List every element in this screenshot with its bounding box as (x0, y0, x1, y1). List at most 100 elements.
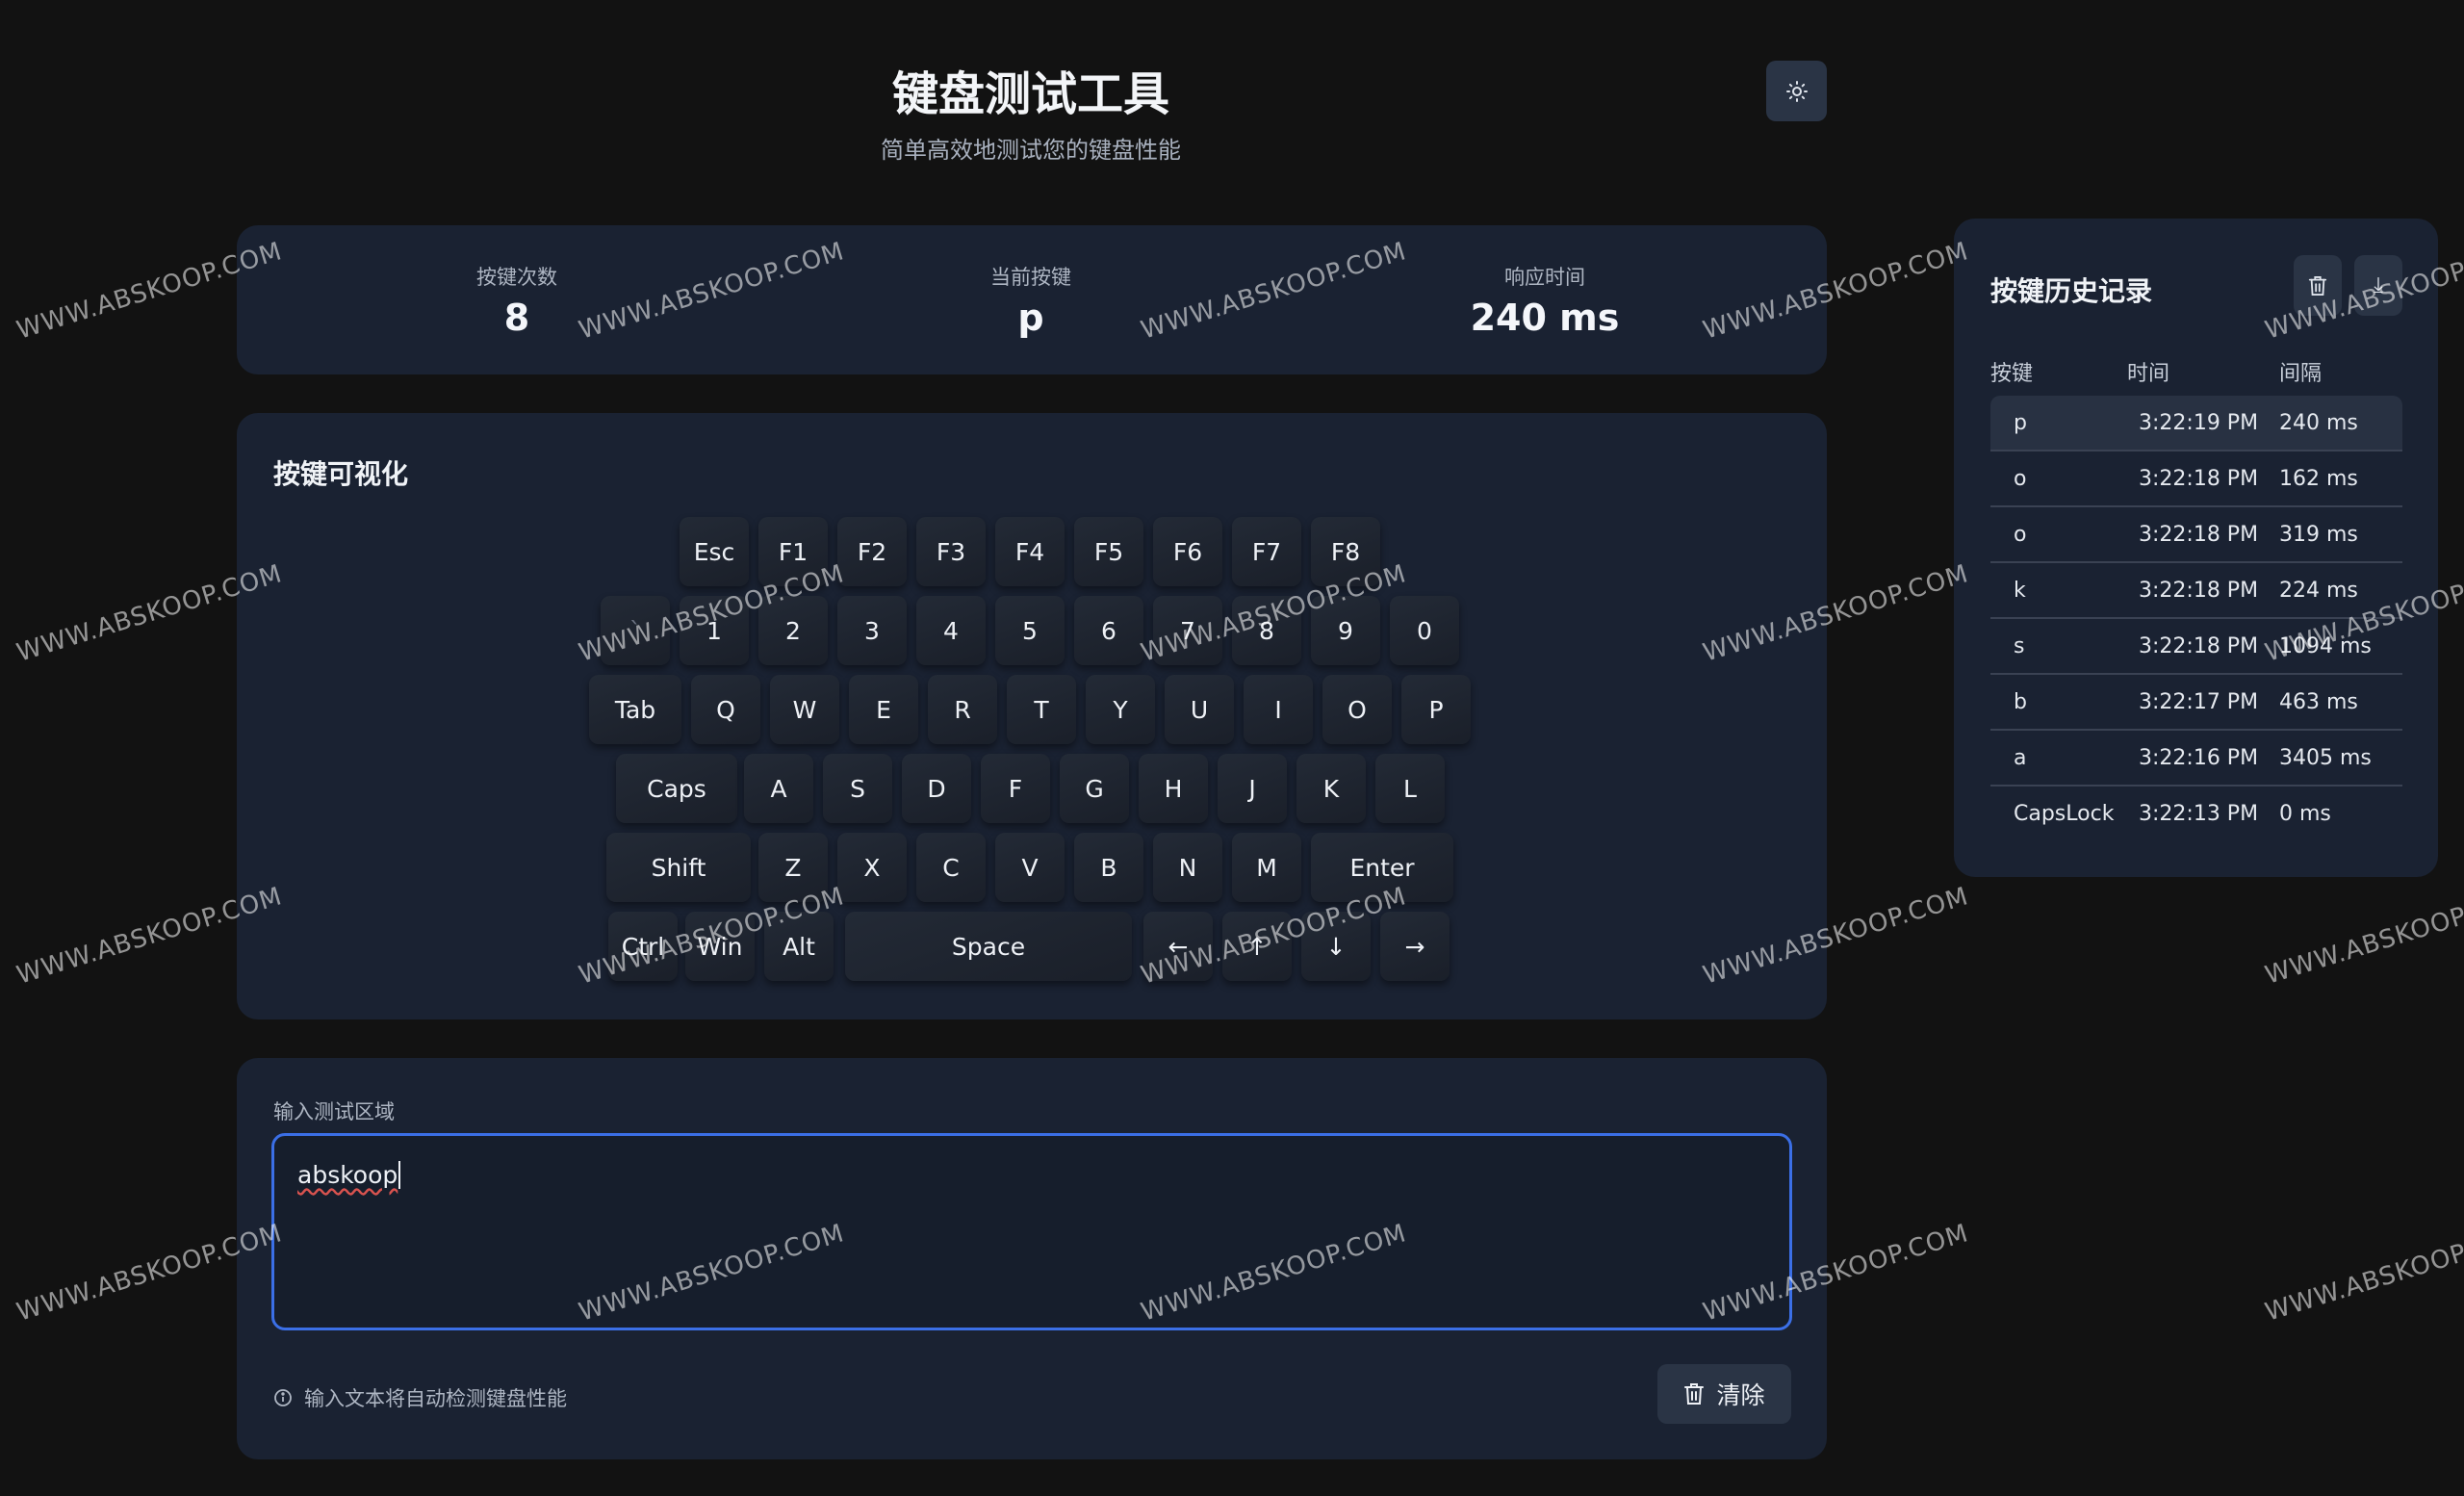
key-7[interactable]: 7 (1153, 596, 1222, 665)
key-f[interactable]: F (981, 754, 1050, 823)
key-g[interactable]: G (1060, 754, 1129, 823)
history-key: s (2014, 634, 2025, 658)
key-l[interactable]: L (1375, 754, 1445, 823)
stat-current-key: 当前按键 p (838, 262, 1223, 339)
trash-icon (1684, 1383, 1705, 1405)
history-interval: 319 ms (2279, 523, 2358, 547)
key-z[interactable]: Z (758, 833, 828, 902)
history-interval: 463 ms (2279, 690, 2358, 714)
key-6[interactable]: 6 (1074, 596, 1143, 665)
key-e[interactable]: E (849, 675, 918, 744)
key-caps[interactable]: Caps (616, 754, 737, 823)
history-key: b (2014, 690, 2027, 714)
history-key: CapsLock (2014, 802, 2115, 826)
key-i[interactable]: I (1244, 675, 1313, 744)
history-time: 3:22:18 PM (2139, 467, 2259, 491)
key-4[interactable]: 4 (916, 596, 986, 665)
watermark: WWW.ABSKOOP.COM (2262, 882, 2464, 991)
download-icon: ⤓ (2374, 273, 2383, 297)
key-3[interactable]: 3 (837, 596, 907, 665)
history-panel: 按键历史记录 ⤓ 按键 时间 间隔 p 3:22:19 PM 240 ms o … (1954, 219, 2438, 877)
key-0[interactable]: 0 (1390, 596, 1459, 665)
key-w[interactable]: W (770, 675, 839, 744)
key-5[interactable]: 5 (995, 596, 1065, 665)
history-time: 3:22:17 PM (2139, 690, 2259, 714)
key-alt[interactable]: Alt (764, 912, 834, 981)
page-title: 键盘测试工具 (891, 67, 1169, 121)
key-win[interactable]: Win (685, 912, 755, 981)
history-time: 3:22:18 PM (2139, 523, 2259, 547)
key-p[interactable]: P (1401, 675, 1471, 744)
key-m[interactable]: M (1232, 833, 1301, 902)
history-export-button[interactable]: ⤓ (2354, 255, 2402, 316)
key-f5[interactable]: F5 (1074, 517, 1143, 586)
history-row: s 3:22:18 PM 1094 ms (1990, 619, 2402, 675)
history-key: a (2014, 746, 2027, 770)
key-r[interactable]: R (928, 675, 997, 744)
history-title: 按键历史记录 (1990, 275, 2153, 307)
key-d[interactable]: D (902, 754, 971, 823)
key-f1[interactable]: F1 (758, 517, 828, 586)
key-q[interactable]: Q (691, 675, 760, 744)
key-j[interactable]: J (1218, 754, 1287, 823)
key-f7[interactable]: F7 (1232, 517, 1301, 586)
stat-value: 8 (503, 297, 530, 339)
key-u[interactable]: U (1165, 675, 1234, 744)
history-time: 3:22:13 PM (2139, 802, 2259, 826)
history-row: a 3:22:16 PM 3405 ms (1990, 731, 2402, 787)
key-1[interactable]: 1 (680, 596, 749, 665)
key-shift[interactable]: Shift (606, 833, 751, 902)
history-interval: 0 ms (2279, 802, 2331, 826)
watermark: WWW.ABSKOOP.COM (2262, 1219, 2464, 1328)
history-row: o 3:22:18 PM 162 ms (1990, 451, 2402, 507)
key-8[interactable]: 8 (1232, 596, 1301, 665)
key-arrow-right[interactable]: → (1380, 912, 1450, 981)
history-interval: 162 ms (2279, 467, 2358, 491)
key-esc[interactable]: Esc (680, 517, 749, 586)
history-interval: 3405 ms (2279, 746, 2372, 770)
history-time: 3:22:18 PM (2139, 579, 2259, 603)
history-time: 3:22:18 PM (2139, 634, 2259, 658)
key-t[interactable]: T (1007, 675, 1076, 744)
key-x[interactable]: X (837, 833, 907, 902)
key-f4[interactable]: F4 (995, 517, 1065, 586)
key-b[interactable]: B (1074, 833, 1143, 902)
key-v[interactable]: V (995, 833, 1065, 902)
key-f6[interactable]: F6 (1153, 517, 1222, 586)
clear-button[interactable]: 清除 (1657, 1364, 1791, 1424)
test-textarea[interactable]: abskoop (271, 1133, 1792, 1330)
stat-value: p (1017, 297, 1044, 339)
key-h[interactable]: H (1139, 754, 1208, 823)
key-o[interactable]: O (1322, 675, 1392, 744)
key-2[interactable]: 2 (758, 596, 828, 665)
history-interval: 224 ms (2279, 579, 2358, 603)
key-n[interactable]: N (1153, 833, 1222, 902)
key-s[interactable]: S (823, 754, 892, 823)
key-f8[interactable]: F8 (1311, 517, 1380, 586)
key-f3[interactable]: F3 (916, 517, 986, 586)
keyboard-visualizer: 按键可视化 Esc F1 F2 F3 F4 F5 F6 F7 F8 ` 1 2 … (237, 413, 1827, 1019)
key-ctrl[interactable]: Ctrl (608, 912, 678, 981)
key-arrow-left[interactable]: ← (1143, 912, 1213, 981)
key-y[interactable]: Y (1086, 675, 1155, 744)
history-row: b 3:22:17 PM 463 ms (1990, 675, 2402, 731)
key-9[interactable]: 9 (1311, 596, 1380, 665)
stat-label: 当前按键 (990, 266, 1071, 289)
key-space[interactable]: Space (845, 912, 1132, 981)
input-test-panel: 输入测试区域 abskoop 输入文本将自动检测键盘性能 清除 (237, 1058, 1827, 1459)
trash-icon (2308, 275, 2327, 296)
key-k[interactable]: K (1296, 754, 1366, 823)
key-a[interactable]: A (744, 754, 813, 823)
key-f2[interactable]: F2 (837, 517, 907, 586)
key-arrow-up[interactable]: ↑ (1222, 912, 1292, 981)
key-tab[interactable]: Tab (589, 675, 681, 744)
theme-toggle-button[interactable] (1766, 61, 1827, 121)
history-interval: 1094 ms (2279, 634, 2372, 658)
history-clear-button[interactable] (2294, 255, 2342, 316)
history-row: p 3:22:19 PM 240 ms (1990, 396, 2402, 451)
history-interval: 240 ms (2279, 411, 2358, 435)
key-enter[interactable]: Enter (1311, 833, 1453, 902)
key-arrow-down[interactable]: ↓ (1301, 912, 1371, 981)
key-backtick[interactable]: ` (601, 596, 670, 665)
key-c[interactable]: C (916, 833, 986, 902)
